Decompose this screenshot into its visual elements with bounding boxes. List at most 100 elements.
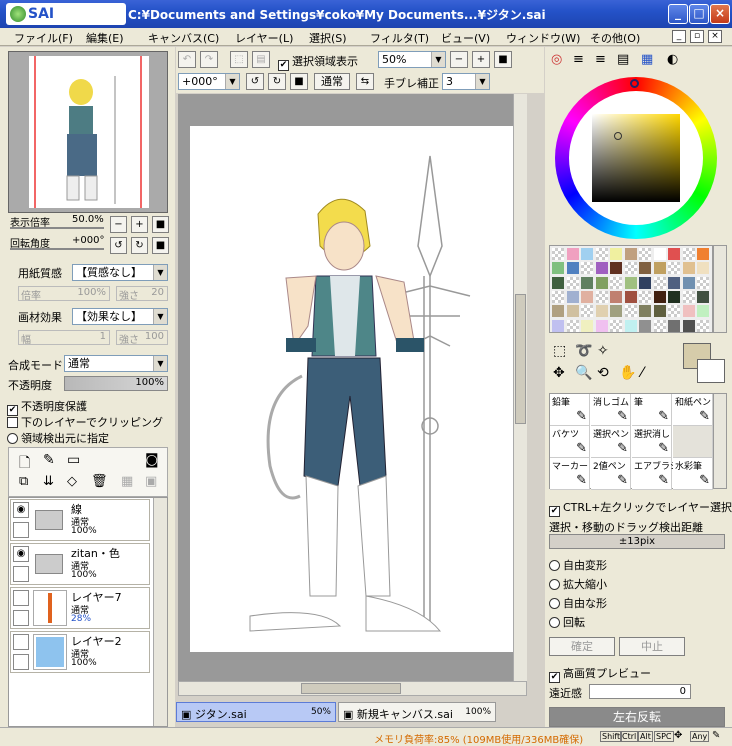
tool-2[interactable]: 筆 ✎ [632,394,672,426]
copy-layer-icon[interactable]: ⧉ [19,474,28,489]
tool-0[interactable]: 鉛筆 ✎ [550,394,590,426]
color-swatch[interactable] [639,276,651,289]
zoom-out-button[interactable]: − [110,216,127,233]
zoom-reset-button[interactable]: ■ [152,216,169,233]
flip-horizontal-button[interactable]: 左右反転 [549,707,725,727]
lock-toggle[interactable] [13,522,29,538]
paper-scale-field[interactable]: 倍率 100% [18,286,110,302]
navigator[interactable] [8,51,168,213]
redo-button[interactable]: ↷ [200,51,218,68]
tool-10[interactable]: エアブラシ ✎ [632,458,679,490]
tool-palette-scrollbar[interactable] [713,393,727,489]
delete-layer-icon[interactable]: 🗑 [91,474,108,489]
color-swatch[interactable] [552,290,564,303]
color-swatch[interactable] [697,276,709,289]
menu-file[interactable]: ファイル(F) [14,30,73,46]
ctrl-click-layer-checkbox[interactable]: ✔ CTRL+左クリックでレイヤー選択 [549,499,732,517]
show-selection-checkbox[interactable]: ✔ 選択領域表示 [278,53,358,71]
color-swatch[interactable] [552,248,564,260]
color-swatch[interactable] [610,262,622,275]
hsv-slider-icon[interactable]: ≡ [595,52,606,67]
rotation-select[interactable]: +000° ▼ [178,73,240,90]
color-swatch[interactable] [552,305,564,318]
menu-filter[interactable]: フィルタ(T) [370,30,429,46]
menu-canvas[interactable]: キャンバス(C) [148,30,219,46]
color-swatch[interactable] [639,305,651,318]
sv-square[interactable] [592,114,680,202]
invert-select-button[interactable]: ▤ [252,51,270,68]
visibility-toggle[interactable] [13,590,29,606]
color-swatch[interactable] [624,305,637,318]
merge-down-icon[interactable]: ⇊ [43,474,54,489]
canvas-vscrollbar[interactable] [513,94,527,681]
stabilizer-select[interactable]: 3 ▼ [442,73,490,90]
color-swatch[interactable] [581,248,593,260]
canvas-zoom-out-button[interactable]: − [450,51,468,68]
rotate-radio[interactable]: 回転 [549,614,585,630]
effect-width-field[interactable]: 幅1 [18,330,110,346]
color-swatch[interactable] [639,319,651,332]
color-swatch[interactable] [624,319,637,332]
hq-preview-checkbox[interactable]: ✔ 高画質プレビュー [549,665,651,683]
color-swatch[interactable] [668,305,680,318]
hue-wheel[interactable] [555,77,717,239]
color-swatch[interactable] [653,290,666,303]
mdi-restore-button[interactable]: ▫ [690,30,704,43]
color-swatch[interactable] [624,248,637,260]
tool-8[interactable]: マーカー ✎ [550,458,590,490]
lock-toggle[interactable] [13,610,29,626]
color-swatch[interactable] [566,290,579,303]
rotate-left-button[interactable]: ↺ [110,237,127,254]
opacity-slider[interactable]: 100% [64,376,168,391]
free-shape-radio[interactable]: 自由な形 [549,595,607,611]
tool-9[interactable]: 2値ペン ✎ [591,458,631,490]
flip-view-button[interactable]: ⇆ [356,73,374,90]
paper-select[interactable]: 【質感なし】 ▼ [72,264,168,281]
layer-list-scrollbar[interactable] [153,498,167,726]
color-swatch[interactable] [581,290,593,303]
color-swatch[interactable] [595,319,608,332]
color-swatch[interactable] [552,262,564,275]
color-swatch[interactable] [566,319,579,332]
undo-button[interactable]: ↶ [178,51,196,68]
tab-new-canvas[interactable]: ▣ 新規キャンバス.sai 100% [338,702,496,722]
color-swatch[interactable] [682,276,695,289]
zoom-slider[interactable] [10,227,104,229]
new-folder-icon[interactable]: ▭ [67,452,80,468]
tool-1[interactable]: 消しゴム ✎ [591,394,631,426]
deselect-button[interactable]: ⬚ [230,51,248,68]
color-swatch[interactable] [682,290,695,303]
color-swatch[interactable] [581,319,593,332]
color-swatch[interactable] [653,276,666,289]
effect-strength-field[interactable]: 強さ 100 [116,330,168,346]
color-swatch[interactable] [624,262,637,275]
rect-select-icon[interactable]: ⬚ [553,343,566,359]
canvas[interactable] [190,126,516,652]
canvas-viewport[interactable] [178,94,527,681]
layer-item-7[interactable]: レイヤー7 通常 28% [10,587,150,629]
color-swatch[interactable] [595,305,608,318]
color-swatch[interactable] [610,290,622,303]
color-swatch[interactable] [566,305,579,318]
canvas-zoom-reset-button[interactable]: ■ [494,51,512,68]
zoom-icon[interactable]: 🔍 [575,365,592,381]
color-swatch[interactable] [624,276,637,289]
clipping-checkbox[interactable]: 下のレイヤーでクリッピング [7,414,163,430]
menu-edit[interactable]: 編集(E) [86,30,124,46]
new-pen-layer-icon[interactable]: ✎ [43,452,55,468]
color-swatch[interactable] [595,290,608,303]
scale-radio[interactable]: 拡大縮小 [549,576,607,592]
rotation-slider[interactable] [10,248,104,250]
hand-icon[interactable]: ✋ [619,365,636,381]
color-swatch[interactable] [697,248,709,260]
tool-5[interactable]: 選択ペン ✎ [591,426,631,458]
tool-7[interactable] [673,426,713,458]
cancel-button[interactable]: 中止 [619,637,685,656]
tool-3[interactable]: 和紙ペン ✎ [673,394,713,426]
color-swatch[interactable] [581,305,593,318]
color-swatch[interactable] [653,262,666,275]
view-mode-button[interactable]: 通常 [314,73,350,90]
color-swatch[interactable] [610,276,622,289]
rotate-icon[interactable]: ⟲ [597,365,609,381]
swatch-tab-icon[interactable]: ▦ [641,52,653,67]
